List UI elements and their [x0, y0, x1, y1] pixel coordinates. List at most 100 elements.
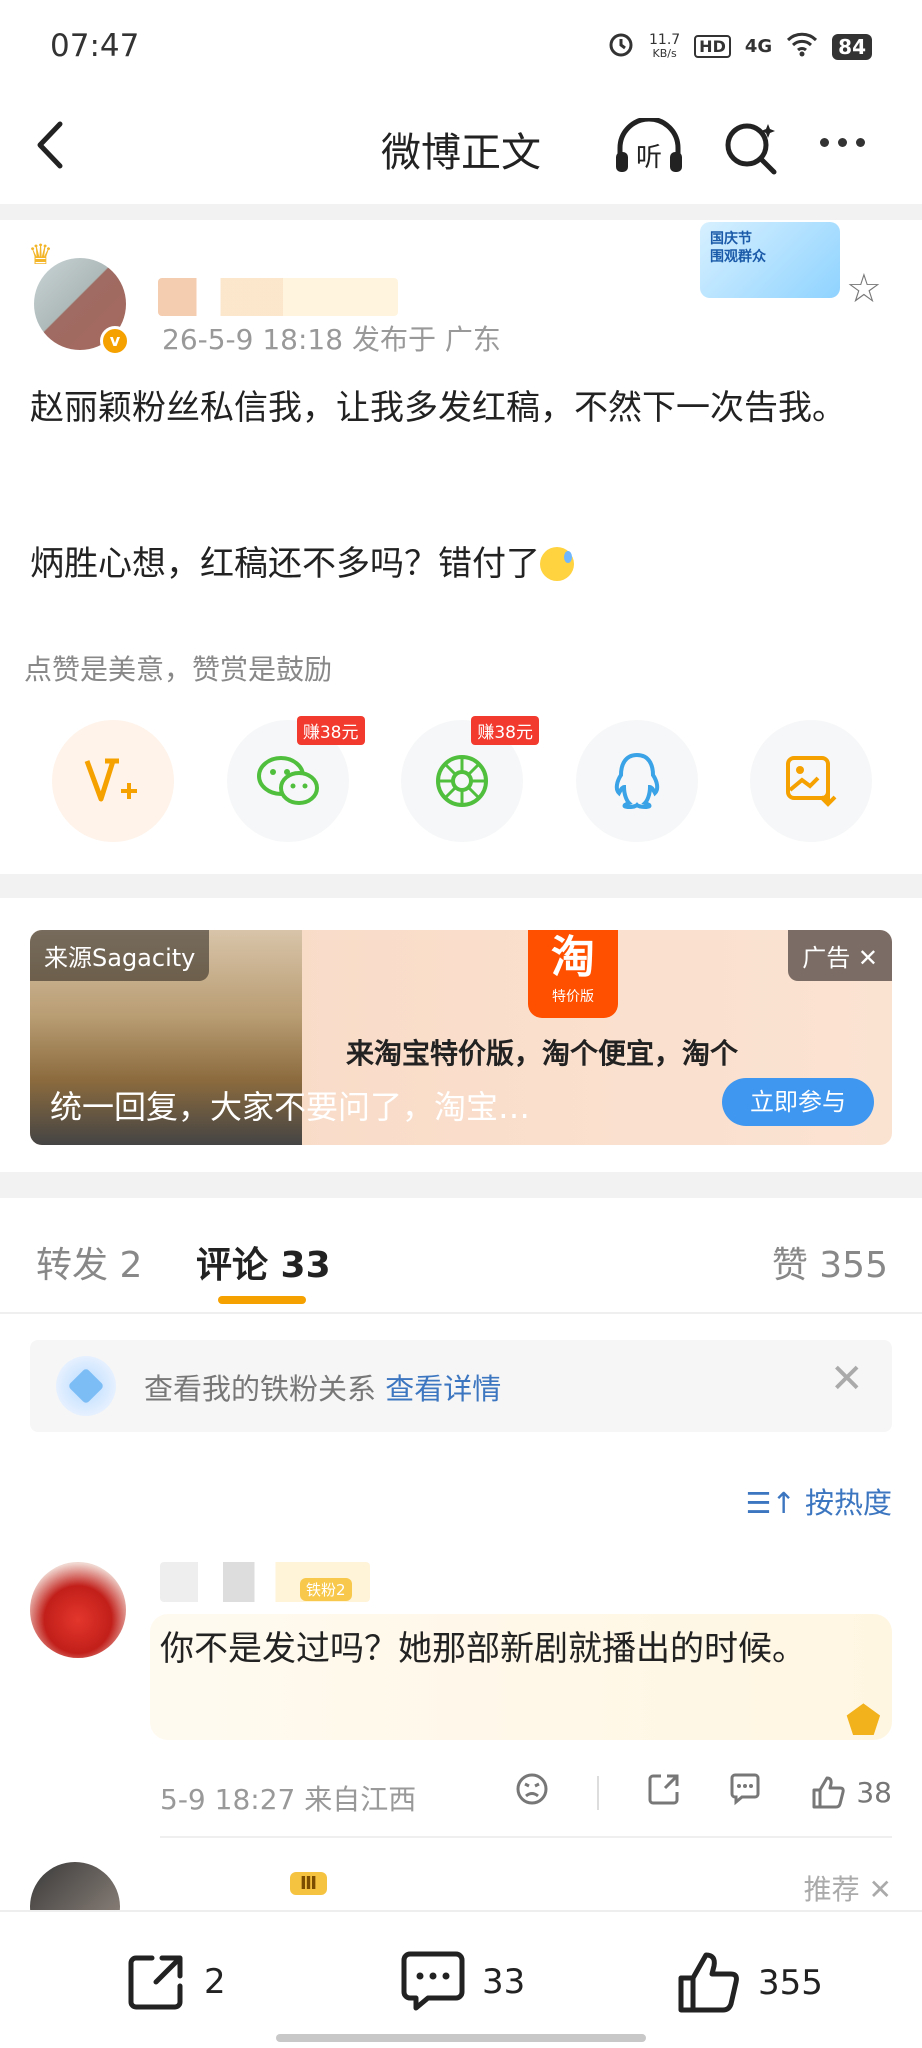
diamond-icon [56, 1356, 116, 1416]
share-moments-button[interactable]: 赚38元 [401, 716, 539, 842]
dislike-face-icon[interactable] [515, 1772, 549, 1813]
post-text-paragraph-1: 赵丽颖粉丝私信我，让我多发红稿，不然下一次告我。 [30, 388, 846, 428]
verified-badge-icon: v [100, 326, 130, 356]
medal-icon: ⬟ [846, 1698, 881, 1744]
close-icon: ✕ [857, 944, 878, 972]
fan-relationship-bar[interactable]: 查看我的铁粉关系 查看详情 ✕ [30, 1340, 892, 1432]
repost-icon [128, 1955, 183, 2010]
recommend-close[interactable]: 推荐 ✕ [804, 1868, 892, 1908]
fan-level-badge: Ⅲ [290, 1872, 328, 1895]
tab-divider [0, 1312, 922, 1314]
section-divider [0, 874, 922, 898]
ad-tag-label: 广告 [802, 944, 851, 972]
network-type: 4G [744, 36, 773, 57]
ad-source: 来源Sagacity [30, 930, 210, 981]
ad-overlay-text: 统一回复，大家不要问了，淘宝… [50, 1088, 531, 1126]
like-count: 355 [758, 1963, 823, 2003]
reward-v-icon [84, 758, 137, 802]
logo-subtitle: 特价版 [552, 989, 594, 1005]
section-divider [0, 204, 922, 220]
thumbs-up-icon [812, 1776, 845, 1808]
earn-badge: 赚38元 [471, 716, 539, 745]
comment-count: 33 [482, 1962, 526, 2002]
listen-label: 听 [636, 143, 662, 173]
alarm-icon [607, 30, 635, 63]
wifi-icon [786, 31, 818, 62]
share-qq-button[interactable] [575, 720, 698, 842]
more-dot-icon [856, 138, 865, 147]
share-wechat-button[interactable]: 赚38元 [226, 716, 365, 842]
more-dot-icon [838, 138, 847, 147]
reply-comment-icon[interactable] [728, 1772, 762, 1813]
comment-button[interactable]: 33 [400, 1950, 525, 2014]
comment-divider [160, 1836, 892, 1838]
qq-icon [614, 752, 659, 810]
crown-icon: ♛ [28, 238, 54, 271]
ad-banner[interactable]: 来源Sagacity 淘 特价版 广告 ✕ 来淘宝特价版，淘个便宜，淘个 统一回… [30, 930, 892, 1145]
commenter-avatar[interactable] [30, 1562, 126, 1658]
post-text-line: 炳胜心想，红稿还不多吗？错付了 [30, 544, 540, 584]
close-icon[interactable]: ✕ [830, 1356, 864, 1402]
wechat-icon [256, 756, 319, 805]
repost-button[interactable]: 2 [124, 1950, 226, 2014]
post-meta: 26-5-9 18:18 发布于 广东 [162, 323, 501, 356]
taobao-logo: 淘 特价版 [528, 930, 618, 1018]
moments-icon [436, 755, 488, 807]
comment-like-count: 38 [856, 1776, 892, 1809]
reward-button[interactable] [52, 720, 174, 842]
reward-tip: 点赞是美意，赞赏是鼓励 [24, 653, 333, 686]
close-icon: ✕ [868, 1873, 892, 1906]
post-text-paragraph-2: 炳胜心想，红稿还不多吗？错付了 [30, 538, 892, 590]
ad-headline: 来淘宝特价版，淘个便宜，淘个 [346, 1037, 739, 1070]
save-image-button[interactable] [750, 720, 872, 842]
logo-glyph: 淘 [551, 932, 595, 983]
sort-icon: ☰↑ [745, 1486, 796, 1520]
speed-value: 11.7 [649, 31, 681, 48]
ad-close-button[interactable]: 广告 ✕ [788, 930, 892, 981]
recommend-label: 推荐 [803, 1873, 860, 1906]
comment-text: 你不是发过吗？她那部新剧就播出的时候。 [160, 1629, 806, 1669]
comment-icon [401, 1951, 465, 2011]
tab-likes[interactable]: 赞 355 [772, 1236, 888, 1288]
festival-badge[interactable]: 国庆节 围观群众 [700, 222, 840, 298]
battery-indicator: 84 [832, 33, 872, 60]
section-divider [0, 1172, 922, 1198]
sort-label: 按热度 [804, 1486, 892, 1520]
ad-cta-button[interactable]: 立即参与 [722, 1078, 874, 1126]
earn-badge: 赚38元 [296, 716, 365, 745]
status-time: 07:47 [50, 28, 140, 64]
repost-count: 2 [204, 1962, 226, 2002]
home-indicator[interactable] [276, 2034, 646, 2042]
tab-comments[interactable]: 评论 33 [196, 1236, 331, 1288]
sweat-emoji-icon [540, 547, 574, 581]
listen-button[interactable]: 听 [612, 116, 686, 180]
like-button[interactable]: 355 [676, 1950, 823, 2016]
search-icon [725, 123, 777, 175]
more-button[interactable] [820, 138, 865, 147]
sort-button[interactable]: ☰↑ 按热度 [745, 1480, 892, 1522]
favorite-star-icon[interactable]: ☆ [846, 266, 882, 312]
fan-level-badge: 铁粉2 [300, 1578, 352, 1601]
tab-repost[interactable]: 转发 2 [36, 1236, 142, 1288]
fan-bar-link[interactable]: 查看详情 [385, 1372, 501, 1406]
fan-bar-label: 查看我的铁粉关系 [144, 1372, 377, 1406]
active-tab-indicator [218, 1296, 306, 1304]
comment-like-button[interactable]: 38 [810, 1775, 892, 1811]
save-image-icon [786, 756, 837, 807]
comment-meta: 5-9 18:27 来自江西 [160, 1783, 417, 1816]
action-separator [596, 1775, 599, 1810]
speed-unit: KB/s [652, 46, 677, 60]
headphones-icon: 听 [616, 116, 682, 173]
hd-badge: HD [694, 35, 731, 58]
fan-bar-text: 查看我的铁粉关系 查看详情 [144, 1366, 501, 1408]
page-title: 微博正文 [381, 130, 541, 176]
search-button[interactable] [722, 118, 780, 180]
more-dot-icon [820, 138, 829, 147]
share-comment-icon[interactable] [647, 1772, 681, 1813]
thumbs-up-icon [678, 1952, 739, 2013]
status-icons: 11.7 KB/s HD 4G 84 [607, 30, 872, 63]
network-speed: 11.7 KB/s [649, 33, 680, 61]
share-row: 赚38元 赚38元 [52, 716, 872, 842]
comment-actions: 38 [515, 1772, 892, 1813]
author-name-blurred[interactable] [158, 278, 398, 316]
